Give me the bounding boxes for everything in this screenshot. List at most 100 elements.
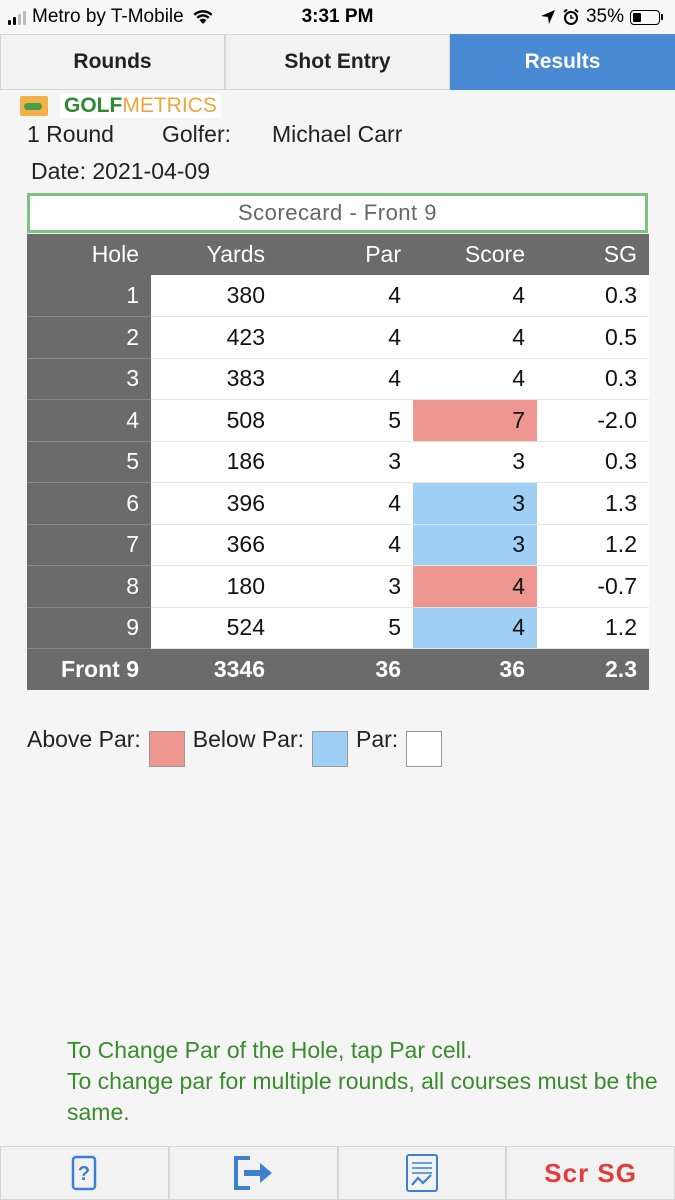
hole-number-cell: 5 — [27, 441, 151, 483]
golfer-label: Golfer: — [162, 121, 232, 147]
battery-icon — [630, 9, 663, 25]
score-cell: 3 — [413, 441, 537, 483]
par-cell[interactable]: 5 — [347, 607, 413, 649]
yards-cell: 383 — [151, 358, 347, 400]
sg-cell: 0.3 — [537, 358, 649, 400]
note-line-2: To change par for multiple rounds, all c… — [67, 1068, 658, 1125]
table-row: 4 508 5 7 -2.0 — [27, 399, 649, 442]
hole-number-cell: 4 — [27, 399, 151, 442]
score-cell: 4 — [413, 358, 537, 400]
sg-cell: 1.2 — [537, 524, 649, 566]
sg-cell: 1.2 — [537, 607, 649, 649]
help-icon: ? — [72, 1155, 97, 1191]
scorecard-header-row: Hole Yards Par Score SG — [27, 234, 649, 275]
hole-number-cell: 9 — [27, 607, 151, 649]
tab-rounds[interactable]: Rounds — [0, 34, 225, 90]
score-cell: 3 — [413, 524, 537, 566]
par-cell[interactable]: 4 — [347, 316, 413, 359]
score-cell: 4 — [413, 607, 537, 649]
table-row: 2 423 4 4 0.5 — [27, 316, 649, 359]
scorecard-table: Hole Yards Par Score SG 1 380 4 4 0.3 2 423 4 4 0… — [27, 234, 649, 690]
table-row: 9 524 5 4 1.2 — [27, 607, 649, 649]
par-cell[interactable]: 4 — [347, 275, 413, 317]
sg-cell: -2.0 — [537, 399, 649, 442]
table-row: 6 396 4 3 1.3 — [27, 482, 649, 525]
sg-cell: 1.3 — [537, 482, 649, 525]
sg-cell: 0.5 — [537, 316, 649, 359]
note-line-1: To Change Par of the Hole, tap Par cell. — [67, 1037, 473, 1063]
location-icon — [540, 10, 555, 24]
hole-number-cell: 1 — [27, 275, 151, 317]
yards-cell: 180 — [151, 565, 347, 608]
legend-par-swatch — [406, 731, 443, 767]
table-row: 3 383 4 4 0.3 — [27, 358, 649, 400]
sg-cell: 0.3 — [537, 441, 649, 483]
total-score: 36 — [413, 648, 537, 690]
total-yards: 3346 — [151, 648, 347, 690]
total-label: Front 9 — [27, 648, 151, 690]
golfmetrics-logo: GOLFMETRICS — [20, 94, 221, 118]
legend-above-par-swatch — [148, 731, 185, 767]
top-tab-bar: Rounds Shot Entry Results — [0, 34, 675, 90]
legend-par-label: Par: — [356, 726, 399, 752]
alarm-icon — [563, 8, 579, 25]
tab-shot-entry[interactable]: Shot Entry — [225, 34, 450, 90]
scorecard-title: Scorecard - Front 9 — [27, 193, 648, 233]
logo-image — [20, 96, 48, 116]
tab-results[interactable]: Results — [450, 34, 675, 90]
table-row: 1 380 4 4 0.3 — [27, 275, 649, 317]
score-cell: 3 — [413, 482, 537, 525]
hole-number-cell: 7 — [27, 524, 151, 566]
export-icon — [234, 1156, 273, 1190]
legend-below-par-swatch — [312, 731, 349, 767]
logo-text-bold: GOLF — [64, 94, 123, 117]
svg-text:?: ? — [78, 1163, 90, 1185]
help-button[interactable]: ? — [0, 1146, 169, 1200]
round-count: 1 Round — [27, 121, 114, 147]
yards-cell: 524 — [151, 607, 347, 649]
hole-number-cell: 8 — [27, 565, 151, 608]
column-header-yards: Yards — [151, 234, 347, 275]
status-bar: Metro by T-Mobile 3:31 PM 35% — [0, 0, 675, 34]
export-button[interactable] — [168, 1146, 338, 1200]
yards-cell: 396 — [151, 482, 347, 525]
par-cell[interactable]: 3 — [347, 565, 413, 608]
report-button[interactable] — [337, 1146, 507, 1200]
total-sg: 2.3 — [537, 648, 649, 690]
hole-number-cell: 3 — [27, 358, 151, 400]
bottom-toolbar: ? Scr SG — [0, 1146, 675, 1200]
score-cell: 4 — [413, 316, 537, 359]
par-change-note: To Change Par of the Hole, tap Par cell.… — [67, 1035, 667, 1128]
par-cell[interactable]: 4 — [347, 358, 413, 400]
par-cell[interactable]: 4 — [347, 524, 413, 566]
yards-cell: 508 — [151, 399, 347, 442]
column-header-score: Score — [413, 234, 537, 275]
round-date: Date: 2021-04-09 — [31, 158, 211, 184]
yards-cell: 366 — [151, 524, 347, 566]
column-header-par: Par — [347, 234, 413, 275]
scr-sg-label: Scr SG — [544, 1157, 637, 1188]
score-legend: Above Par: Below Par: Par: — [27, 726, 450, 767]
column-header-hole: Hole — [27, 234, 151, 275]
logo-text-light: METRICS — [122, 94, 217, 117]
scorecard-total-row: Front 9 3346 36 36 2.3 — [27, 648, 649, 690]
battery-percent: 35% — [585, 6, 624, 27]
legend-below-par-label: Below Par: — [192, 726, 305, 752]
logo-text: GOLFMETRICS — [60, 94, 221, 118]
yards-cell: 186 — [151, 441, 347, 483]
table-row: 5 186 3 3 0.3 — [27, 441, 649, 483]
sg-cell: -0.7 — [537, 565, 649, 608]
score-cell: 7 — [413, 399, 537, 442]
par-cell[interactable]: 3 — [347, 441, 413, 483]
par-cell[interactable]: 5 — [347, 399, 413, 442]
score-cell: 4 — [413, 275, 537, 317]
legend-above-par-label: Above Par: — [27, 726, 141, 752]
report-icon — [405, 1154, 438, 1192]
scr-sg-button[interactable]: Scr SG — [506, 1146, 675, 1200]
par-cell[interactable]: 4 — [347, 482, 413, 525]
total-par: 36 — [347, 648, 413, 690]
hole-number-cell: 6 — [27, 482, 151, 525]
hole-number-cell: 2 — [27, 316, 151, 359]
golfer-name: Michael Carr — [272, 121, 403, 147]
table-row: 7 366 4 3 1.2 — [27, 524, 649, 566]
